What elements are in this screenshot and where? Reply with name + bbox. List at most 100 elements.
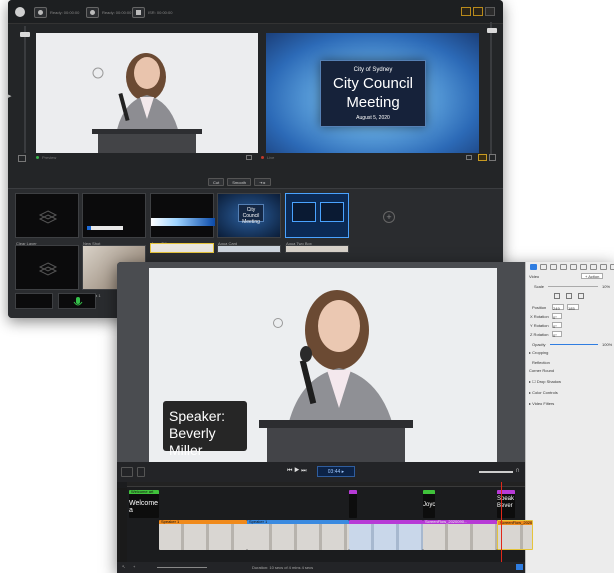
layout-button-3[interactable] — [485, 7, 495, 16]
shot-tile-partial-2[interactable] — [217, 245, 281, 253]
program-display-icon[interactable] — [466, 155, 472, 160]
transition-go-button[interactable]: ⇥ ▸ — [254, 178, 271, 186]
snap-toggle-icon[interactable] — [516, 564, 523, 570]
isr-status[interactable]: ISR: 00:00:00 — [132, 6, 172, 18]
y-rotation-field[interactable]: 0° — [552, 322, 562, 329]
audio-source-mic[interactable] — [58, 293, 96, 309]
position-y-field[interactable]: 185 — [567, 304, 579, 311]
reflection-row: Reflection — [532, 360, 550, 365]
timeline-clip-speaker-1b[interactable]: Speaker 1 — [247, 520, 349, 550]
program-options-icon[interactable] — [489, 154, 496, 161]
tab-text-icon[interactable] — [560, 264, 567, 270]
timeline: Welcome art Welcome a Joyc Speak Bever S… — [117, 482, 533, 573]
program-label: Live — [267, 155, 275, 160]
program-level-slider[interactable] — [486, 22, 498, 154]
corner-round-row: Corner Round — [529, 368, 554, 373]
layout-button-2[interactable] — [473, 7, 483, 16]
opacity-label: Opacity — [532, 342, 546, 347]
preview-options-icon[interactable] — [18, 155, 26, 162]
opacity-slider[interactable] — [550, 344, 598, 345]
shot-tile-new-shot[interactable]: New Shot — [82, 193, 146, 246]
sidebar-toggle-icon[interactable]: ▸ — [8, 92, 14, 102]
timeline-clip-speaker-1[interactable]: Speaker 1 — [159, 520, 247, 550]
audio-toggle-icon[interactable] — [478, 154, 487, 161]
crop-button[interactable] — [137, 467, 145, 477]
layout-button-1[interactable] — [461, 7, 471, 16]
drop-shadow-section[interactable]: ▸ ☐ Drop Shadow — [529, 379, 561, 384]
pointer-tool-icon[interactable]: ↖ — [122, 564, 125, 569]
clip-text-line1: Speak — [497, 496, 515, 502]
timeline-clip-screenflow-1[interactable]: ScreenFlow_2020090... — [423, 520, 497, 550]
inspector-tabs — [530, 264, 614, 270]
canvas-area: Speaker: Beverly Miller — [117, 262, 525, 462]
lower-third-title[interactable]: Speaker: Beverly Miller — [163, 401, 247, 458]
shot-tile-aqua-card[interactable]: City Council Meeting Aqua Card — [217, 193, 281, 246]
timeline-clip-purple-1[interactable] — [349, 490, 357, 518]
position-x-field[interactable]: 249 — [552, 304, 564, 311]
clip-text: Welcome a — [129, 494, 159, 518]
color-controls-section[interactable]: ▸ Color Controls — [529, 390, 558, 395]
transition-speed-select[interactable]: Smooth — [227, 178, 252, 186]
scale-slider[interactable] — [548, 286, 598, 287]
shot-tile-partial-1[interactable] — [150, 243, 214, 253]
preview-monitor — [36, 33, 258, 153]
timeline-clip-welcome[interactable]: Welcome art Welcome a — [129, 490, 159, 518]
shot-tile-aqua-title[interactable]: Aqua Title — [150, 193, 215, 246]
preview-label: Preview — [42, 155, 57, 160]
x-rotation-field[interactable]: 0° — [552, 313, 562, 320]
transport-bar: ⏮ ▶ ⏭ 03:44 ▸ ∩ — [117, 462, 525, 482]
cropping-section[interactable]: ▸ Cropping — [529, 350, 548, 355]
timeline-clip-screenflow-2[interactable]: ScreenFlow_2020090... — [497, 520, 533, 550]
playhead[interactable] — [501, 482, 502, 564]
volume-slider[interactable] — [479, 471, 513, 473]
zoom-slider[interactable] — [157, 567, 207, 568]
timeline-ruler[interactable] — [127, 482, 525, 487]
headphones-icon[interactable]: ∩ — [515, 467, 520, 474]
shot-tile-clear-layer-2[interactable]: Clear Layer — [15, 245, 79, 298]
shot-tile-aqua-two-box[interactable]: Aqua Two Box — [285, 193, 349, 246]
switcher-toolbar: Ready: 00:00:00 Ready: 00:00:00 ISR: 00:… — [8, 0, 503, 24]
canvas-mode-button[interactable] — [121, 467, 133, 477]
transition-type-select[interactable]: Cut — [208, 178, 225, 186]
fit-icon[interactable] — [554, 293, 560, 299]
transition-controls: Cut Smooth ⇥ ▸ — [208, 178, 271, 186]
preview-status-dot — [36, 156, 39, 159]
y-rotation-label: Y Rotation — [530, 323, 549, 328]
tab-annotation-icon[interactable] — [570, 264, 577, 270]
fill-icon[interactable] — [566, 293, 572, 299]
video-canvas[interactable]: Speaker: Beverly Miller — [149, 268, 497, 462]
tab-audio-icon[interactable] — [540, 264, 547, 270]
tab-callout-icon[interactable] — [550, 264, 557, 270]
preview-image — [36, 33, 258, 153]
timeline-clip-purple-2[interactable] — [349, 520, 423, 550]
record-status[interactable]: Ready: 00:00:00 — [34, 6, 79, 18]
scale-value: 10% — [602, 284, 611, 289]
add-shot-button[interactable]: + — [383, 211, 395, 223]
add-action-button[interactable]: + Action — [581, 273, 604, 279]
stream-icon — [86, 6, 99, 18]
tab-touch-icon[interactable] — [580, 264, 587, 270]
timeline-clip-speaker[interactable]: Speak Bever — [497, 490, 515, 518]
isr-icon — [132, 6, 145, 18]
tab-media-icon[interactable] — [600, 264, 607, 270]
anchor-handle[interactable] — [273, 318, 283, 328]
playback-controls[interactable]: ⏮ ▶ ⏭ — [287, 468, 307, 475]
video-filters-section[interactable]: ▸ Video Filters — [529, 401, 554, 406]
reset-icon[interactable] — [578, 293, 584, 299]
preview-level-slider[interactable] — [20, 26, 30, 153]
audio-source-layer[interactable] — [15, 293, 53, 309]
timeline-clip-joyce[interactable]: Joyc — [423, 490, 435, 518]
tab-filters-icon[interactable] — [590, 264, 597, 270]
z-rotation-label: Z Rotation — [530, 332, 549, 337]
tab-video-icon[interactable] — [530, 264, 537, 270]
shot-tile-clear-layer[interactable]: Clear Layer — [15, 193, 79, 246]
track-headers — [117, 488, 127, 562]
title-card-subtitle: City of Sydney — [353, 67, 393, 73]
preview-display-icon[interactable] — [246, 155, 252, 160]
tab-settings-icon[interactable] — [610, 264, 614, 270]
shot-tile-partial-3[interactable] — [285, 245, 349, 253]
stream-status[interactable]: Ready: 00:00:00 — [86, 6, 131, 18]
z-rotation-field[interactable]: 0° — [552, 331, 562, 338]
add-track-icon[interactable]: + — [133, 564, 135, 569]
video-filters-label: Video Filters — [532, 401, 555, 406]
